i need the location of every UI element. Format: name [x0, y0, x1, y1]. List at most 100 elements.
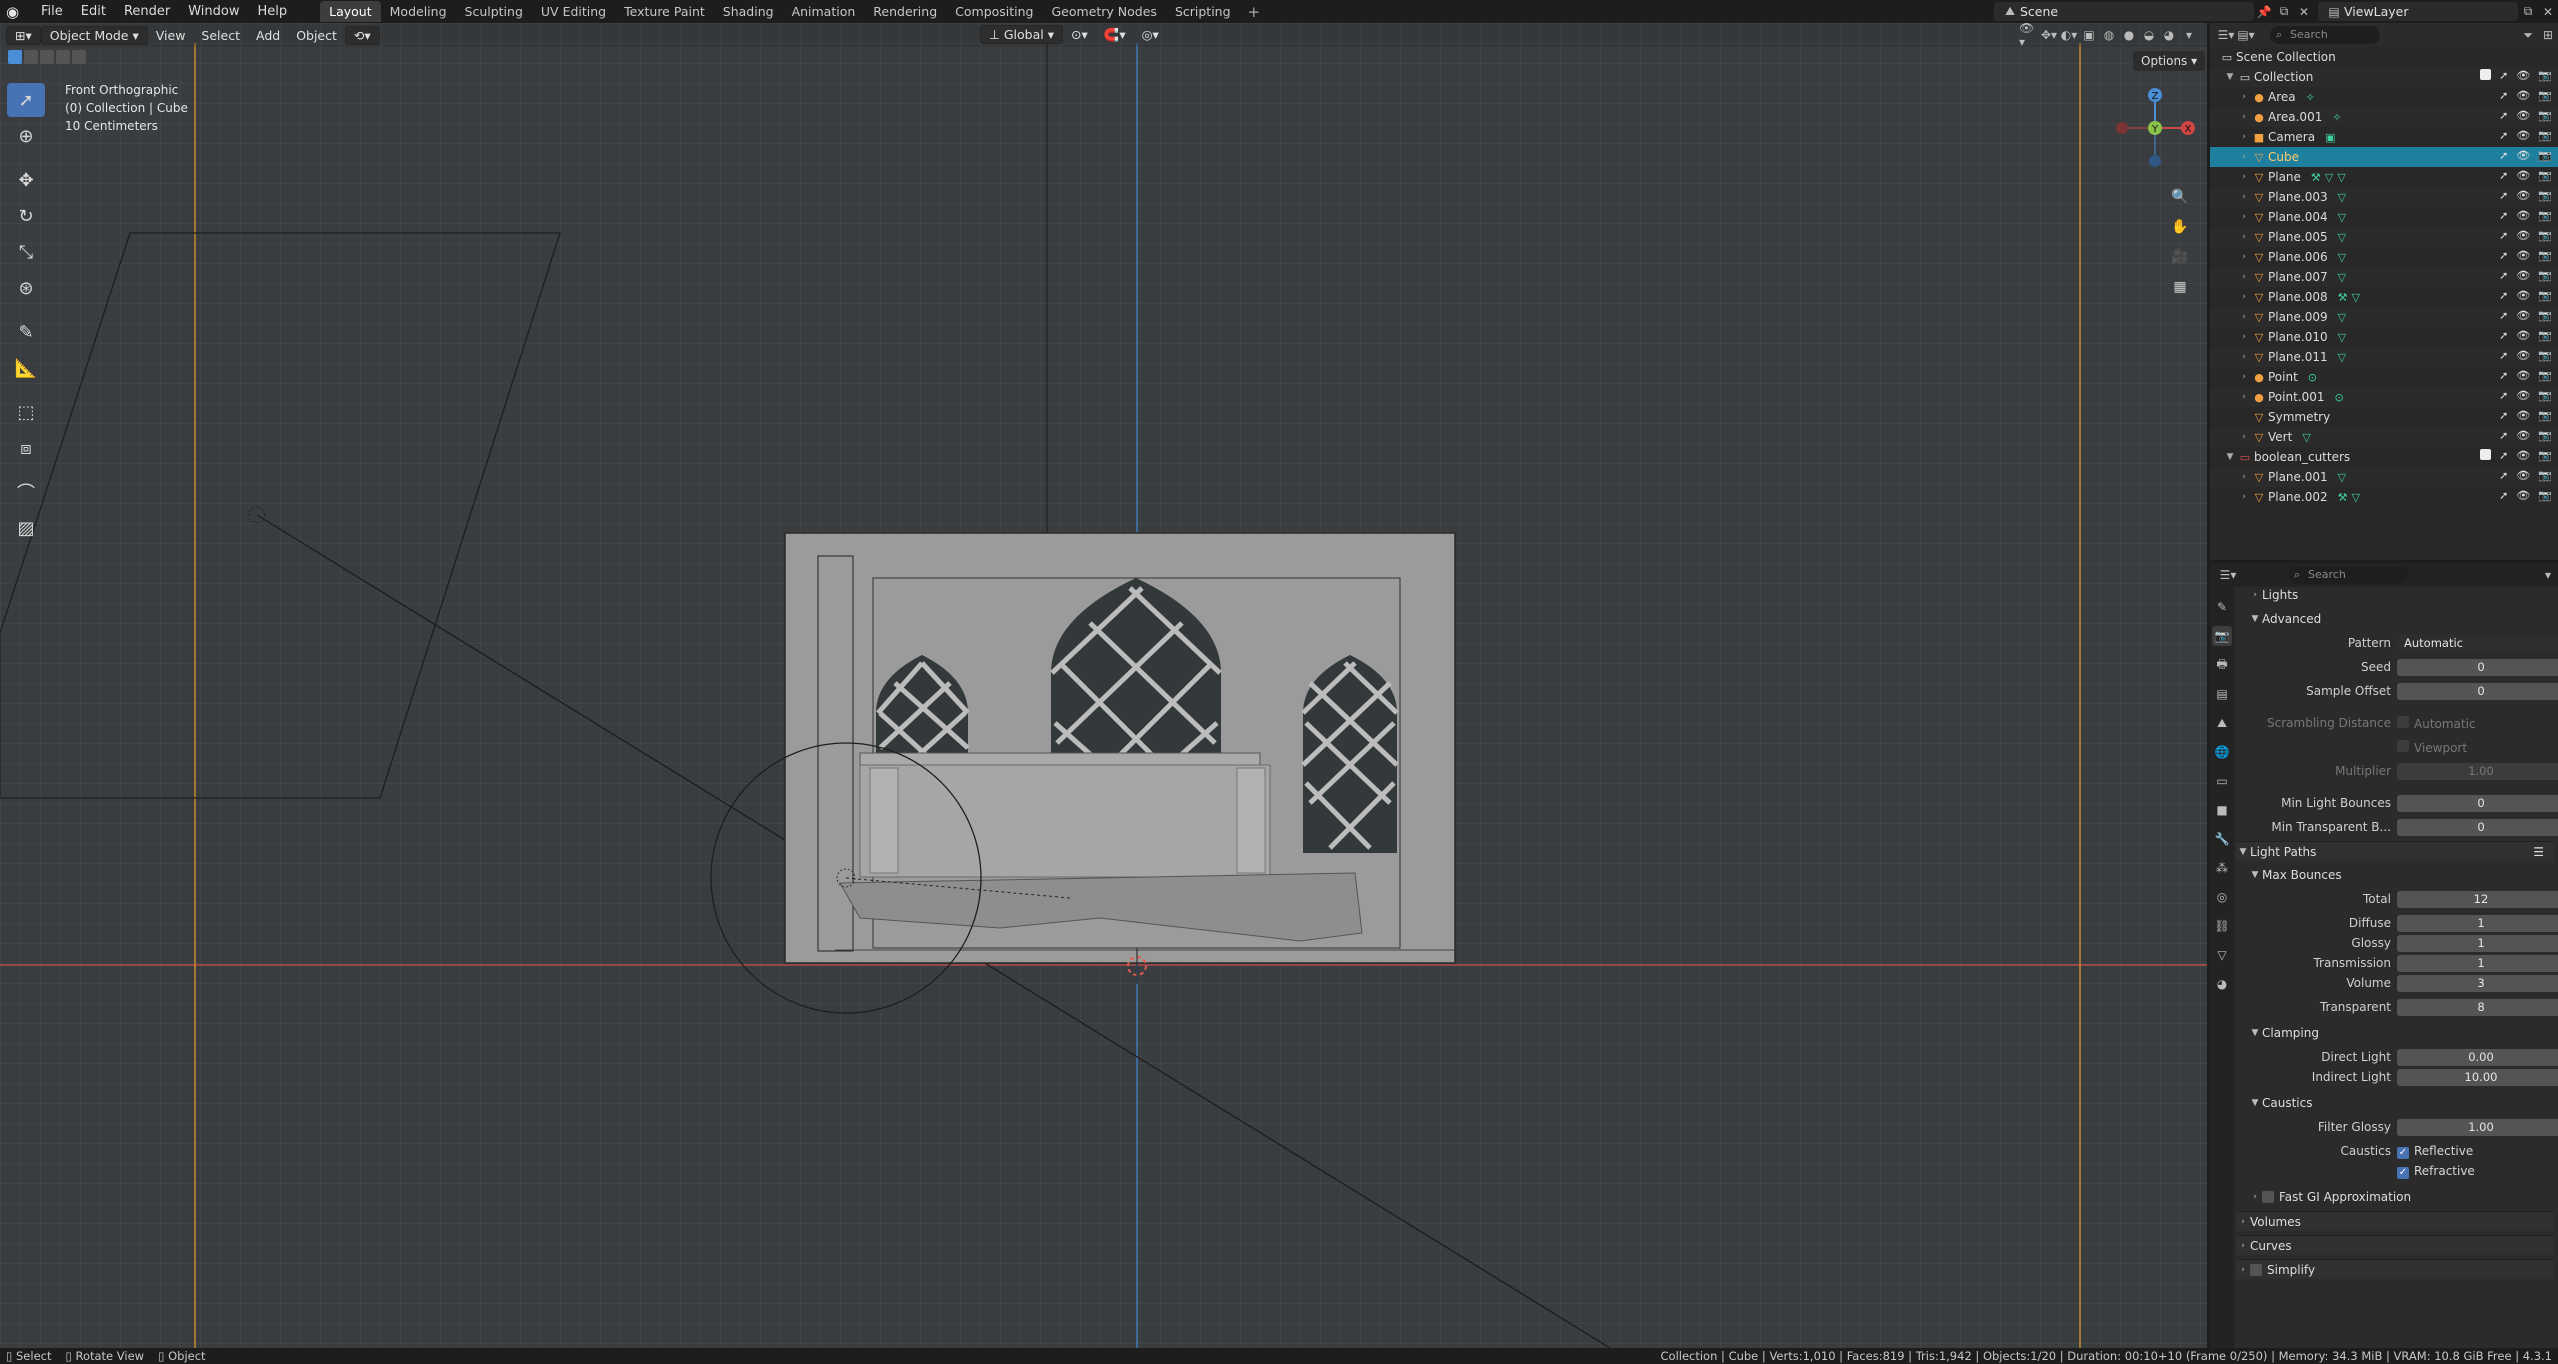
shading-options-icon[interactable]: ▾: [2179, 25, 2199, 44]
menu-help[interactable]: Help: [249, 4, 297, 19]
outliner-row-boolean-cutters[interactable]: ▼ ▭ boolean_cutters ➚ 👁 📷: [2210, 447, 2558, 467]
add-cube-tool-icon[interactable]: ⬚: [7, 395, 45, 429]
image-tool-icon[interactable]: ▨: [7, 511, 45, 545]
select-difference-icon[interactable]: [56, 50, 70, 64]
panel-simplify[interactable]: › Simplify: [2236, 1259, 2554, 1279]
visibility-icon[interactable]: 👁▾: [2019, 23, 2039, 49]
min-transparent-field[interactable]: 0: [2397, 818, 2558, 836]
gizmo-icon[interactable]: ✥▾: [2039, 25, 2059, 44]
min-light-bounces-field[interactable]: 0: [2397, 794, 2558, 812]
tab-scripting[interactable]: Scripting: [1166, 1, 1240, 22]
selectable-icon[interactable]: ➚: [2499, 69, 2508, 82]
properties-editor-type-icon[interactable]: ☰▾: [2218, 566, 2238, 585]
simplify-checkbox[interactable]: [2250, 1263, 2262, 1276]
ortho-grid-icon[interactable]: ▦: [2168, 276, 2192, 298]
pivot-icon[interactable]: ⊙▾: [1063, 25, 1096, 44]
outliner-row-area-001[interactable]: › ● Area.001 ✧ ➚ 👁 📷: [2210, 107, 2558, 127]
properties-options-icon[interactable]: ▾: [2538, 566, 2558, 585]
scrambling-viewport-checkbox[interactable]: Viewport: [2397, 739, 2467, 755]
collapse-arrow-icon[interactable]: ▼: [2224, 452, 2236, 462]
menu-window[interactable]: Window: [179, 4, 248, 19]
panel-light-paths[interactable]: ▼ Light Paths ☰: [2236, 841, 2554, 861]
outliner-row-collection[interactable]: ▼ ▭ Collection ➚ 👁 📷: [2210, 67, 2558, 87]
fast-gi-checkbox[interactable]: [2262, 1191, 2274, 1203]
indirect-light-field[interactable]: 10.00: [2397, 1068, 2558, 1086]
blender-logo-icon[interactable]: ◉: [6, 4, 22, 20]
exclude-checkbox[interactable]: [2480, 69, 2492, 80]
options-button[interactable]: Options ▾: [2133, 51, 2206, 71]
scene-selector[interactable]: ⛰ Scene: [1994, 2, 2254, 21]
glossy-field[interactable]: 1: [2397, 934, 2558, 952]
filter-icon[interactable]: ⏷: [2518, 26, 2538, 45]
outliner-row-symmetry[interactable]: ▽ Symmetry ➚ 👁 📷: [2210, 407, 2558, 427]
editor-type-button[interactable]: ⊞▾: [6, 25, 41, 45]
scale-tool-icon[interactable]: ⤡: [7, 235, 45, 269]
rendered-shading-icon[interactable]: ◕: [2159, 25, 2179, 44]
zoom-icon[interactable]: 🔍: [2168, 186, 2192, 208]
tab-sculpting[interactable]: Sculpting: [456, 1, 532, 22]
data-tab-icon[interactable]: ▽: [2212, 945, 2232, 965]
refractive-checkbox[interactable]: ✓ Refractive: [2397, 1164, 2475, 1179]
outliner-row-plane-002[interactable]: › ▽ Plane.002 ⚒▽ ➚ 👁 📷: [2210, 487, 2558, 507]
tab-modeling[interactable]: Modeling: [381, 1, 456, 22]
outliner-row-plane-007[interactable]: › ▽ Plane.007 ▽ ➚ 👁 📷: [2210, 267, 2558, 287]
tab-rendering[interactable]: Rendering: [864, 1, 946, 22]
outliner-row-plane-003[interactable]: › ▽ Plane.003 ▽ ➚ 👁 📷: [2210, 187, 2558, 207]
sample-offset-field[interactable]: 0: [2397, 682, 2558, 700]
outliner-row-plane-009[interactable]: › ▽ Plane.009 ▽ ➚ 👁 📷: [2210, 307, 2558, 327]
collection-tab-icon[interactable]: ▭: [2212, 771, 2232, 791]
outliner-editor-type-icon[interactable]: ☰▾: [2216, 26, 2236, 45]
diffuse-field[interactable]: 1: [2397, 914, 2558, 932]
view-layer-selector[interactable]: ▤ ViewLayer: [2318, 2, 2518, 21]
select-intersect-icon[interactable]: [72, 50, 86, 64]
new-view-layer-icon[interactable]: ⧉: [2518, 2, 2538, 21]
pattern-dropdown[interactable]: Automatic: [2397, 634, 2558, 652]
outliner-row-plane-011[interactable]: › ▽ Plane.011 ▽ ➚ 👁 📷: [2210, 347, 2558, 367]
navigation-gizmo[interactable]: Z X Y: [2110, 83, 2200, 173]
outliner-row-vert[interactable]: › ▽ Vert ▽ ➚ 👁 📷: [2210, 427, 2558, 447]
panel-advanced[interactable]: ▼ Advanced: [2236, 609, 2554, 629]
camera-view-icon[interactable]: 🎥: [2168, 246, 2192, 268]
solid-shading-icon[interactable]: ●: [2119, 25, 2139, 44]
xray-icon[interactable]: ▣: [2079, 25, 2099, 44]
outliner-row-area[interactable]: › ● Area ✧ ➚ 👁 📷: [2210, 87, 2558, 107]
presets-list-icon[interactable]: ☰: [2533, 845, 2544, 859]
delete-scene-icon[interactable]: ✕: [2294, 2, 2314, 21]
add-workspace-icon[interactable]: +: [1240, 3, 1269, 21]
panel-volumes[interactable]: › Volumes: [2236, 1211, 2554, 1231]
menu-file[interactable]: File: [32, 4, 72, 19]
material-shading-icon[interactable]: ◒: [2139, 25, 2159, 44]
delete-view-layer-icon[interactable]: ✕: [2538, 2, 2558, 21]
panel-fast-gi[interactable]: › Fast GI Approximation: [2236, 1187, 2554, 1207]
display-mode-icon[interactable]: ▤▾: [2236, 26, 2256, 45]
select-new-icon[interactable]: [8, 50, 22, 64]
material-tab-icon[interactable]: ◕: [2212, 974, 2232, 994]
render-camera-icon[interactable]: 📷: [2538, 69, 2552, 82]
multiplier-field[interactable]: 1.00: [2397, 762, 2558, 780]
new-scene-icon[interactable]: ⧉: [2274, 2, 2294, 21]
pan-hand-icon[interactable]: ✋: [2168, 216, 2192, 238]
output-tab-icon[interactable]: 🖶: [2212, 655, 2232, 675]
tab-geometry-nodes[interactable]: Geometry Nodes: [1043, 1, 1166, 22]
move-tool-icon[interactable]: ✥: [7, 163, 45, 197]
particles-tab-icon[interactable]: ⁂: [2212, 858, 2232, 878]
outliner-search-input[interactable]: Search: [2270, 26, 2380, 44]
view-layer-tab-icon[interactable]: ▤: [2212, 684, 2232, 704]
tab-texture-paint[interactable]: Texture Paint: [615, 1, 714, 22]
outliner-row-point-001[interactable]: › ● Point.001 ⊙ ➚ 👁 📷: [2210, 387, 2558, 407]
exclude-checkbox[interactable]: [2480, 449, 2492, 460]
transmission-field[interactable]: 1: [2397, 954, 2558, 972]
tab-layout[interactable]: Layout: [320, 1, 381, 22]
modifier-tab-icon[interactable]: 🔧: [2212, 829, 2232, 849]
select-box-tool-icon[interactable]: ➚: [7, 83, 45, 117]
wireframe-shading-icon[interactable]: ◍: [2099, 25, 2119, 44]
menu-render[interactable]: Render: [115, 4, 179, 19]
filter-glossy-field[interactable]: 1.00: [2397, 1118, 2558, 1136]
proportional-edit-icon[interactable]: ◎▾: [1134, 25, 1167, 44]
outliner-row-plane-005[interactable]: › ▽ Plane.005 ▽ ➚ 👁 📷: [2210, 227, 2558, 247]
tab-shading[interactable]: Shading: [714, 1, 783, 22]
cursor-tool-icon[interactable]: ⊕: [7, 119, 45, 153]
tool-tab-icon[interactable]: ✎: [2212, 597, 2232, 617]
pin-icon[interactable]: 📌: [2254, 2, 2274, 21]
scrambling-automatic-checkbox[interactable]: Automatic: [2397, 715, 2476, 731]
